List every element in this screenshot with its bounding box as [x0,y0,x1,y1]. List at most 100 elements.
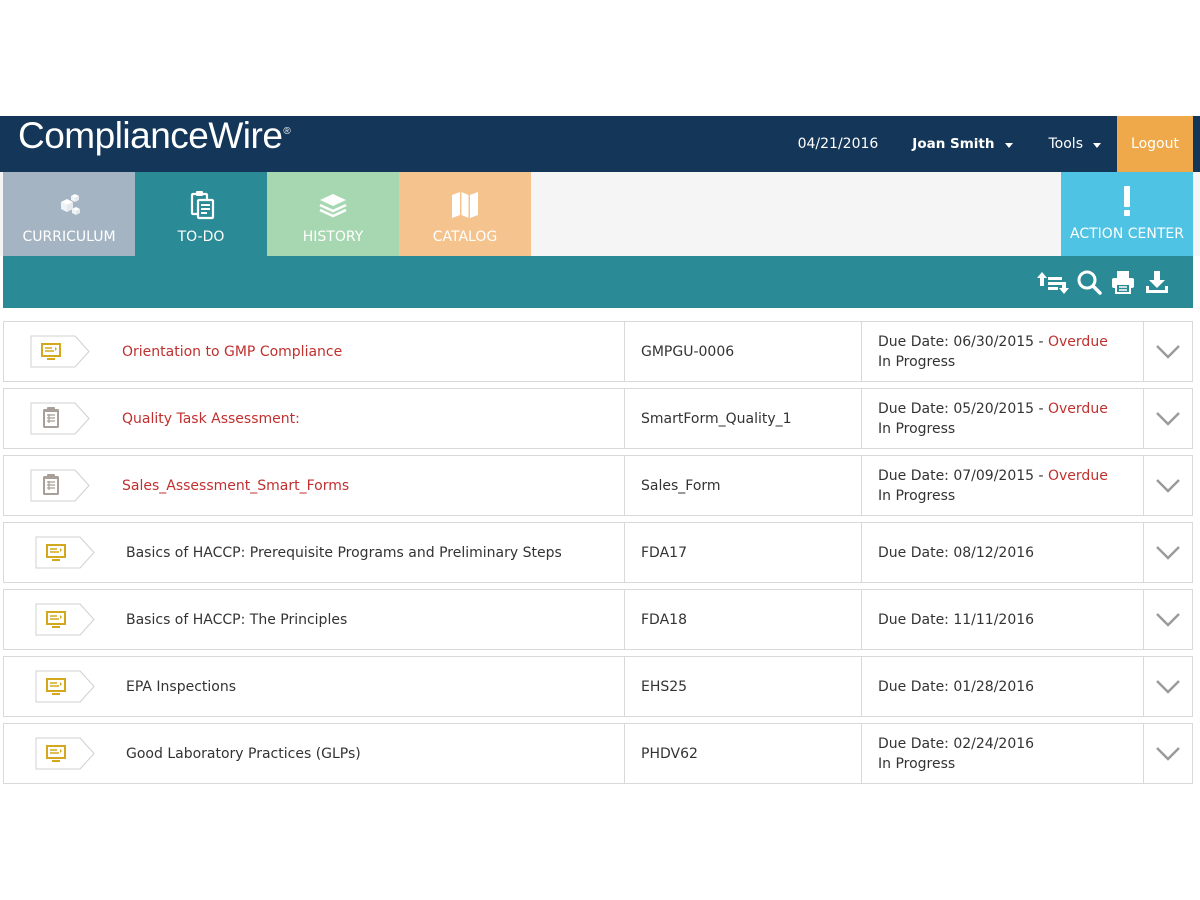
list-item[interactable]: Basics of HACCP: The Principles FDA18 Du… [3,589,1193,650]
chevron-down-icon [1004,142,1013,148]
item-title[interactable]: Orientation to GMP Compliance [114,322,624,381]
download-icon [1146,271,1168,293]
expand-button[interactable] [1143,657,1192,716]
item-due-line: Due Date: 05/20/2015 - Overdue [878,400,1108,417]
item-title[interactable]: Sales_Assessment_Smart_Forms [114,456,624,515]
overdue-label: Overdue [1048,467,1108,484]
item-type-cell [4,322,114,381]
tab-todo[interactable]: TO-DO [135,172,267,256]
tab-curriculum[interactable]: CURRICULUM [3,172,135,256]
app-logo[interactable]: ComplianceWire® [18,115,291,156]
user-name: Joan Smith [912,136,995,152]
item-title[interactable]: EPA Inspections [114,657,624,716]
item-type-cell [4,523,114,582]
chevron-down-icon [1156,411,1180,426]
header-right: 04/21/2016 Joan Smith Tools Logout [782,116,1193,172]
search-button[interactable] [1076,269,1102,295]
item-code: SmartForm_Quality_1 [624,389,861,448]
item-due-date: Due Date: 05/20/2015 [878,400,1035,417]
item-title[interactable]: Basics of HACCP: Prerequisite Programs a… [114,523,624,582]
computer-course-icon [35,536,95,569]
expand-button[interactable] [1143,389,1192,448]
expand-button[interactable] [1143,523,1192,582]
search-icon [1077,270,1102,295]
exclamation-icon [1124,186,1130,216]
logout-button[interactable]: Logout [1117,116,1193,172]
item-due-cell: Due Date: 11/11/2016 [861,590,1143,649]
app-root: ComplianceWire® 04/21/2016 Joan Smith To… [0,116,1200,784]
item-due-date: Due Date: 02/24/2016 [878,735,1035,752]
download-button[interactable] [1144,269,1170,295]
item-due-line: Due Date: 07/09/2015 - Overdue [878,467,1108,484]
user-menu[interactable]: Joan Smith [896,116,1032,172]
expand-button[interactable] [1143,590,1192,649]
clipboard-icon [190,191,215,220]
chevron-down-icon [1156,344,1180,359]
form-icon [30,469,90,502]
item-due-cell: Due Date: 06/30/2015 - Overdue In Progre… [861,322,1143,381]
item-due-date: Due Date: 01/28/2016 [878,678,1035,695]
item-due-cell: Due Date: 02/24/2016 In Progress [861,724,1143,783]
tools-menu[interactable]: Tools [1033,116,1118,172]
list-toolbar [3,256,1193,308]
top-header: ComplianceWire® 04/21/2016 Joan Smith To… [0,116,1200,172]
item-title[interactable]: Good Laboratory Practices (GLPs) [114,724,624,783]
overdue-label: Overdue [1048,333,1108,350]
item-type-cell [4,590,114,649]
tab-history-label: HISTORY [302,229,364,245]
computer-course-icon [35,670,95,703]
form-icon [30,402,90,435]
item-code: EHS25 [624,657,861,716]
item-title[interactable]: Basics of HACCP: The Principles [114,590,624,649]
item-code: GMPGU-0006 [624,322,861,381]
tab-catalog-label: CATALOG [432,229,498,245]
print-button[interactable] [1110,269,1136,295]
item-due-line: Due Date: 06/30/2015 - Overdue [878,333,1108,350]
item-due-cell: Due Date: 01/28/2016 [861,657,1143,716]
item-due-date: Due Date: 07/09/2015 [878,467,1035,484]
expand-button[interactable] [1143,456,1192,515]
item-code: FDA17 [624,523,861,582]
chevron-down-icon [1156,612,1180,627]
list-item[interactable]: EPA Inspections EHS25 Due Date: 01/28/20… [3,656,1193,717]
chevron-down-icon [1156,746,1180,761]
main-tabs: CURRICULUM TO-DO HISTORY CATALOG ACTION … [0,172,1200,256]
list-item[interactable]: Quality Task Assessment: SmartForm_Quali… [3,388,1193,449]
item-type-cell [4,389,114,448]
logo-text: ComplianceWire [18,115,283,156]
item-type-cell [4,657,114,716]
tools-label: Tools [1048,136,1084,152]
cubes-icon [61,194,80,215]
list-item[interactable]: Orientation to GMP Compliance GMPGU-0006… [3,321,1193,382]
item-due-date: Due Date: 08/12/2016 [878,544,1035,561]
chevron-down-icon [1093,142,1101,148]
sort-button[interactable] [1036,269,1070,295]
action-center-button[interactable]: ACTION CENTER [1061,172,1193,256]
item-due-date: Due Date: 11/11/2016 [878,611,1035,628]
item-status: In Progress [878,487,956,504]
item-status: In Progress [878,353,956,370]
list-item[interactable]: Basics of HACCP: Prerequisite Programs a… [3,522,1193,583]
item-type-cell [4,456,114,515]
logo-registered-mark: ® [283,126,291,137]
tab-todo-label: TO-DO [177,229,225,245]
tab-curriculum-label: CURRICULUM [22,229,116,245]
computer-course-icon [35,603,95,636]
item-due-date: Due Date: 06/30/2015 [878,333,1035,350]
item-status: In Progress [878,755,956,772]
current-date: 04/21/2016 [797,136,879,152]
map-icon [452,192,478,218]
tab-history[interactable]: HISTORY [267,172,399,256]
layers-icon [319,194,347,218]
chevron-down-icon [1156,679,1180,694]
list-item[interactable]: Sales_Assessment_Smart_Forms Sales_Form … [3,455,1193,516]
print-icon [1112,271,1134,294]
expand-button[interactable] [1143,724,1192,783]
expand-button[interactable] [1143,322,1192,381]
item-title[interactable]: Quality Task Assessment: [114,389,624,448]
list-item[interactable]: Good Laboratory Practices (GLPs) PHDV62 … [3,723,1193,784]
tab-catalog[interactable]: CATALOG [399,172,531,256]
sort-icon [1037,272,1069,294]
item-code: PHDV62 [624,724,861,783]
item-code: FDA18 [624,590,861,649]
